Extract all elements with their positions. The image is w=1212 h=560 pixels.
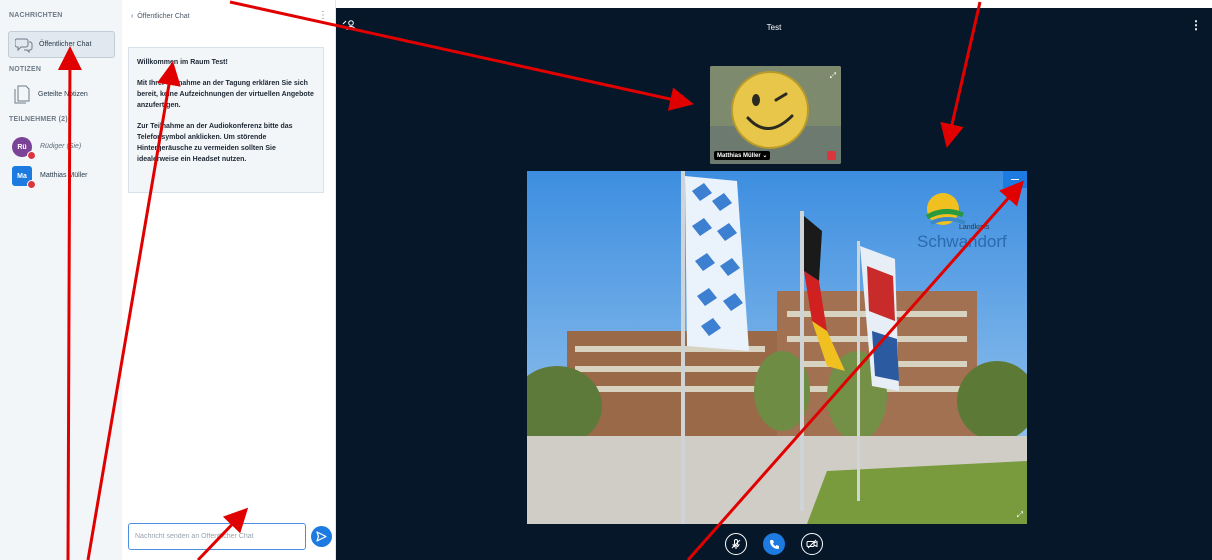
muted-mic-icon xyxy=(27,151,36,160)
welcome-paragraph-1: Mit Ihrer Teilnahme an der Tagung erklär… xyxy=(137,80,314,109)
sidebar: NACHRICHTEN Öffentlicher Chat NOTIZEN Ge… xyxy=(0,0,123,560)
main-area: Test ⋮ Matthias Müller ⌄ ⤢ Landkreis Sch… xyxy=(336,8,1212,560)
logo-big-text: Schwandorf xyxy=(917,232,1007,251)
fullscreen-icon[interactable]: ⤢ xyxy=(830,71,836,81)
notes-icon xyxy=(14,85,30,109)
sidebar-item-shared-notes[interactable]: Geteilte Notizen xyxy=(8,84,115,108)
muted-mic-icon xyxy=(827,151,836,160)
join-audio-button[interactable] xyxy=(763,533,785,555)
webcam-video[interactable]: Matthias Müller ⌄ ⤢ xyxy=(710,66,841,164)
welcome-title: Willkommen im Raum Test! xyxy=(137,59,228,66)
welcome-message: Willkommen im Raum Test! Mit Ihrer Teiln… xyxy=(128,47,324,193)
share-webcam-button[interactable] xyxy=(801,533,823,555)
chat-back-button[interactable]: ‹ Öffentlicher Chat xyxy=(131,13,190,20)
chat-panel: ‹ Öffentlicher Chat ⋮ Willkommen im Raum… xyxy=(122,0,336,560)
meeting-title: Test xyxy=(766,23,782,32)
chat-title: Öffentlicher Chat xyxy=(137,13,190,20)
avatar-initials: Rü xyxy=(17,143,27,151)
logo-small-text: Landkreis xyxy=(959,224,990,231)
messages-section-title: NACHRICHTEN xyxy=(9,12,63,19)
participant-name: Matthias Müller xyxy=(40,172,88,179)
sidebar-item-public-chat[interactable]: Öffentlicher Chat xyxy=(8,31,115,58)
camera-off-icon xyxy=(806,539,818,549)
participant-ruediger[interactable]: Rü Rüdiger (Sie) xyxy=(12,137,120,161)
public-chat-label: Öffentlicher Chat xyxy=(39,41,92,48)
presentation-slide[interactable]: Landkreis Schwandorf ⤢ xyxy=(527,171,1027,524)
notes-section-title: NOTIZEN xyxy=(9,66,42,73)
muted-mic-icon xyxy=(27,180,36,189)
participants-section-title: TEILNEHMER (2) xyxy=(9,116,68,123)
phone-icon xyxy=(769,539,779,549)
message-input[interactable] xyxy=(128,523,306,550)
smiley-image xyxy=(710,66,841,164)
minimize-presentation-button[interactable] xyxy=(1003,171,1027,188)
welcome-paragraph-2: Zur Teilnahme an der Audiokonferenz bitt… xyxy=(137,123,293,163)
fullscreen-icon[interactable]: ⤢ xyxy=(1017,510,1023,520)
avatar: Ma xyxy=(12,166,36,189)
options-menu-icon[interactable]: ⋮ xyxy=(1190,18,1202,32)
chat-options-icon[interactable]: ⋮ xyxy=(318,10,328,21)
chat-bubbles-icon xyxy=(14,37,33,58)
microphone-off-icon xyxy=(731,539,741,549)
mute-mic-button[interactable] xyxy=(725,533,747,555)
participant-name: Rüdiger (Sie) xyxy=(40,143,82,150)
webcam-username: Matthias Müller ⌄ xyxy=(714,151,771,160)
send-button[interactable] xyxy=(311,526,332,547)
avatar-initials: Ma xyxy=(17,172,27,180)
participant-matthias[interactable]: Ma Matthias Müller xyxy=(12,166,120,190)
shared-notes-label: Geteilte Notizen xyxy=(38,91,88,98)
send-icon xyxy=(316,531,327,542)
avatar: Rü xyxy=(12,137,36,160)
presentation-photo: Landkreis Schwandorf xyxy=(527,171,1027,524)
